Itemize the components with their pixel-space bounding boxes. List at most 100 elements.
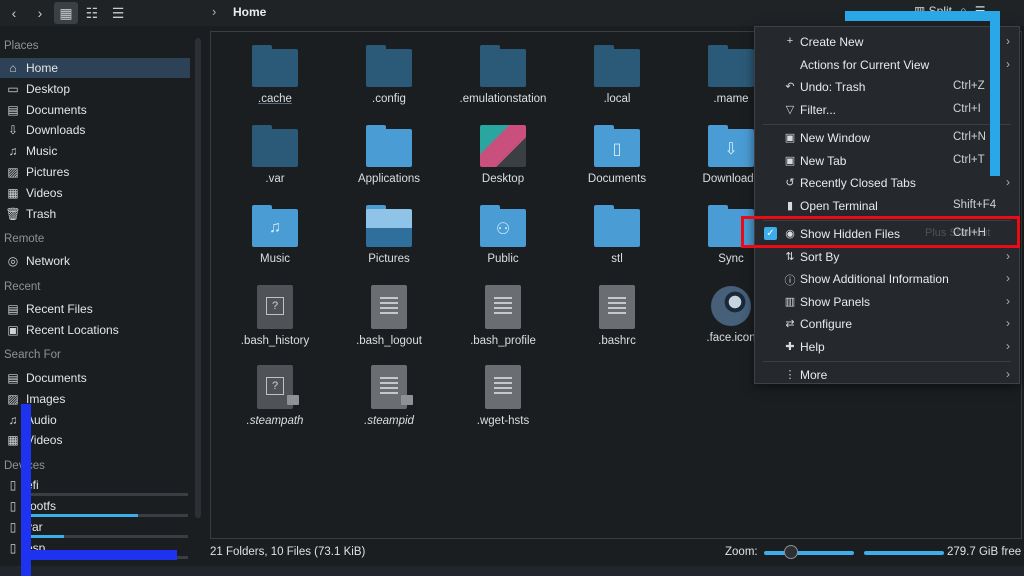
back-icon[interactable]: ‹ [2,2,26,24]
folder-icon [252,125,298,167]
details-view-icon[interactable]: ☰ [106,2,130,24]
menu-item-shortcut: Ctrl+I [953,102,981,115]
menu-item-open-terminal[interactable]: ▮ Open Terminal Shift+F4 [755,195,1019,217]
sidebar-item-places-desktop[interactable]: ▭ Desktop [0,79,190,99]
menu-item-label: Configure [800,317,853,331]
file-item[interactable]: Applications [337,125,441,185]
sidebar-item-places-pictures[interactable]: ▨ Pictures [0,162,190,182]
sidebar-item-places-videos[interactable]: ▦ Videos [0,183,190,203]
menu-item-actions-for-current-view[interactable]: Actions for Current View › [755,54,1019,76]
menu-item-create-new[interactable]: + Create New › [755,31,1019,53]
sidebar-item-label: Images [26,391,66,406]
documents-icon: ▤ [7,371,19,385]
folder-icon [708,45,754,87]
menu-item-new-window[interactable]: ▣ New Window Ctrl+N [755,127,1019,149]
file-name: .local [603,93,631,105]
file-item[interactable]: .local [565,45,669,105]
sidebar-item-label: Videos [26,433,63,448]
file-name: .steampid [364,415,414,427]
sidebar-item-label: Pictures [26,165,70,179]
pictures-icon: ▨ [7,165,19,179]
file-item[interactable]: Pictures [337,205,441,265]
menu-item-shortcut: Shift+F4 [953,198,997,211]
filter-icon: ▽ [785,103,795,116]
zoom-slider[interactable] [764,551,854,555]
menu-item-undo-trash[interactable]: ↶ Undo: Trash Ctrl+Z [755,76,1019,98]
chevron-right-icon: › [1006,175,1010,189]
documents-icon: ▤ [7,102,19,117]
sidebar-scrollbar[interactable] [195,38,201,518]
file-name: .wget-hsts [476,415,530,427]
menu-item-filter[interactable]: ▽ Filter... Ctrl+I [755,99,1019,121]
menu-item-label: Recently Closed Tabs [800,176,916,190]
home-icon: ⌂ [9,61,17,75]
file-item[interactable]: .bash_profile [451,285,555,347]
sidebar-item-places-trash[interactable]: 🗑 Trash [0,204,190,224]
menu-item-label: Filter... [800,102,837,117]
chevron-right-icon: › [1006,56,1010,71]
terminal-icon: ▮ [786,199,794,212]
info-icon: ⓘ [784,275,796,287]
menu-item-label: Show Additional Information [800,272,949,286]
zoom-slider-handle[interactable] [784,545,798,559]
file-item[interactable]: ♫ Music [223,205,327,265]
sidebar-item-recent-recent-files[interactable]: ▤ Recent Files [0,299,190,319]
menu-item-configure[interactable]: ⇄ Configure › [755,313,1019,335]
icon-view-icon[interactable]: ▦ [54,2,78,24]
file-item[interactable]: stl [565,205,669,265]
file-item[interactable]: .var [223,125,327,185]
videos-icon: ▦ [7,433,19,448]
file-item[interactable]: .emulationstation [451,45,555,105]
file-item[interactable]: .steampid [337,365,441,427]
network-icon: ◎ [7,254,19,268]
menu-item-label: More [800,368,828,382]
drive-icon: ▯ [9,499,17,513]
breadcrumb[interactable]: Home [233,5,266,19]
file-item[interactable]: ? .bash_history [223,285,327,347]
device-usage-bar [22,493,188,496]
sidebar-item-places-music[interactable]: ♫ Music [0,141,190,161]
new-tab-icon: ▣ [784,154,796,167]
file-item[interactable]: .wget-hsts [451,365,555,427]
folder-icon [480,45,526,87]
menu-item-more[interactable]: ⋮ More › [755,364,1019,386]
file-item[interactable]: .bashrc [565,285,669,347]
sidebar-item-remote-network[interactable]: ◎ Network [0,251,190,271]
file-name: stl [611,253,623,265]
file-item[interactable]: ⚇ Public [451,205,555,265]
breadcrumb-separator-icon: › [212,4,217,19]
sidebar-item-places-downloads[interactable]: ⇩ Downloads [0,120,190,140]
file-item[interactable]: ▯ Documents [565,125,669,185]
sidebar-item-recent-recent-locations[interactable]: ▣ Recent Locations [0,320,190,340]
desktop-folder-icon [480,125,526,167]
file-name: Documents [587,173,647,185]
drive-icon: ▯ [9,541,17,555]
text-file-icon [371,365,413,409]
menu-item-show-additional-information[interactable]: ⓘ Show Additional Information › [755,268,1019,290]
chevron-right-icon: › [1006,34,1010,48]
menu-item-label: Create New [800,35,864,49]
menu-separator [763,124,1011,125]
file-name: .steampath [246,415,304,427]
menu-item-recently-closed-tabs[interactable]: ↺ Recently Closed Tabs › [755,172,1019,194]
file-item[interactable]: ? .steampath [223,365,327,427]
file-item[interactable]: .config [337,45,441,105]
menu-item-help[interactable]: ✚ Help › [755,336,1019,358]
file-item[interactable]: .bash_logout [337,285,441,347]
device-usage-bar [22,514,188,517]
chevron-right-icon: › [1006,271,1010,285]
sidebar-item-search-documents[interactable]: ▤ Documents [0,368,190,388]
menu-item-sort-by[interactable]: ⇅ Sort By › [755,246,1019,268]
menu-item-new-tab[interactable]: ▣ New Tab Ctrl+T [755,150,1019,172]
menu-item-label: New Tab [800,153,847,168]
annotation-cyan-bar-horizontal [845,11,995,21]
file-item[interactable]: .cache [223,45,327,105]
compact-view-icon[interactable]: ☷ [80,2,104,24]
sidebar-item-places-home[interactable]: ⌂ Home [0,58,190,78]
forward-icon[interactable]: › [28,2,52,24]
file-item[interactable]: Desktop [451,125,555,185]
recent-files-icon: ▤ [7,302,19,316]
audio-icon: ♫ [8,412,18,427]
menu-item-show-panels[interactable]: ▥ Show Panels › [755,291,1019,313]
sidebar-item-places-documents[interactable]: ▤ Documents [0,100,190,120]
